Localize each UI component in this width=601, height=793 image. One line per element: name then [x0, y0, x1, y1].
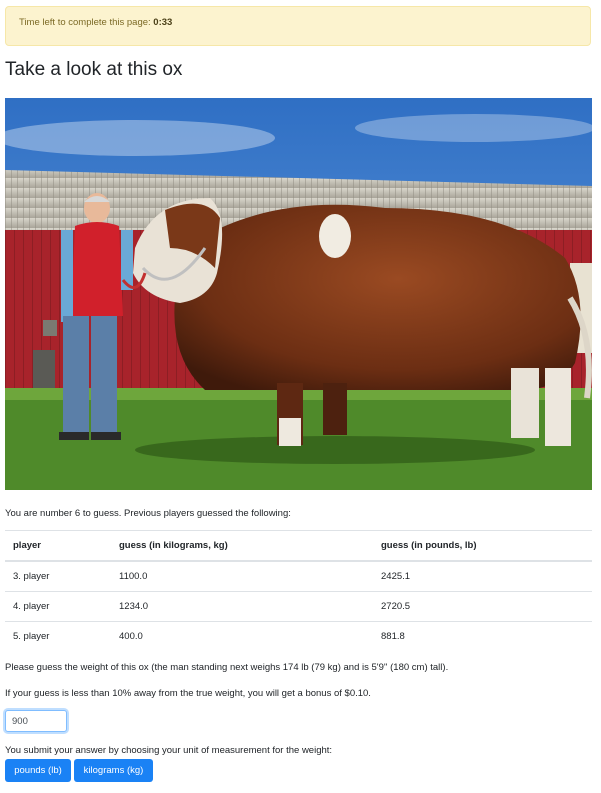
header-guess-lb: guess (in pounds, lb): [373, 530, 592, 562]
cell-player: 5. player: [5, 621, 111, 651]
cell-player: 4. player: [5, 591, 111, 622]
submit-prompt: You submit your answer by choosing your …: [5, 745, 333, 756]
ox-photo: [5, 98, 592, 490]
page-title: Take a look at this ox: [5, 59, 183, 80]
submit-kilograms-button[interactable]: kilograms (kg): [74, 759, 153, 782]
previous-guesses-table: player guess (in kilograms, kg) guess (i…: [5, 530, 592, 651]
table-row: 4. player 1234.0 2720.5: [5, 591, 592, 622]
submit-pounds-button[interactable]: pounds (lb): [5, 759, 71, 782]
bonus-text: If your guess is less than 10% away from…: [5, 688, 371, 699]
header-guess-kg: guess (in kilograms, kg): [111, 530, 373, 562]
timer-label: Time left to complete this page:: [19, 17, 151, 28]
table-row: 5. player 400.0 881.8: [5, 621, 592, 651]
cell-guess-lb: 2425.1: [373, 560, 592, 592]
cell-guess-lb: 881.8: [373, 621, 592, 651]
timer-value: 0:33: [153, 17, 173, 28]
guess-input[interactable]: [5, 710, 67, 732]
cell-player: 3. player: [5, 560, 111, 592]
cell-guess-kg: 1100.0: [111, 560, 373, 592]
cell-guess-kg: 1234.0: [111, 591, 373, 622]
table-header-row: player guess (in kilograms, kg) guess (i…: [5, 530, 592, 562]
cell-guess-kg: 400.0: [111, 621, 373, 651]
page: Time left to complete this page: 0:33 Ta…: [0, 0, 601, 793]
table-row: 3. player 1100.0 2425.1: [5, 560, 592, 592]
timer-alert: Time left to complete this page: 0:33: [5, 6, 591, 46]
ox-photo-illustration: [5, 98, 592, 490]
intro-text: You are number 6 to guess. Previous play…: [5, 508, 291, 519]
header-player: player: [5, 530, 111, 562]
cell-guess-lb: 2720.5: [373, 591, 592, 622]
guess-prompt: Please guess the weight of this ox (the …: [5, 662, 449, 673]
